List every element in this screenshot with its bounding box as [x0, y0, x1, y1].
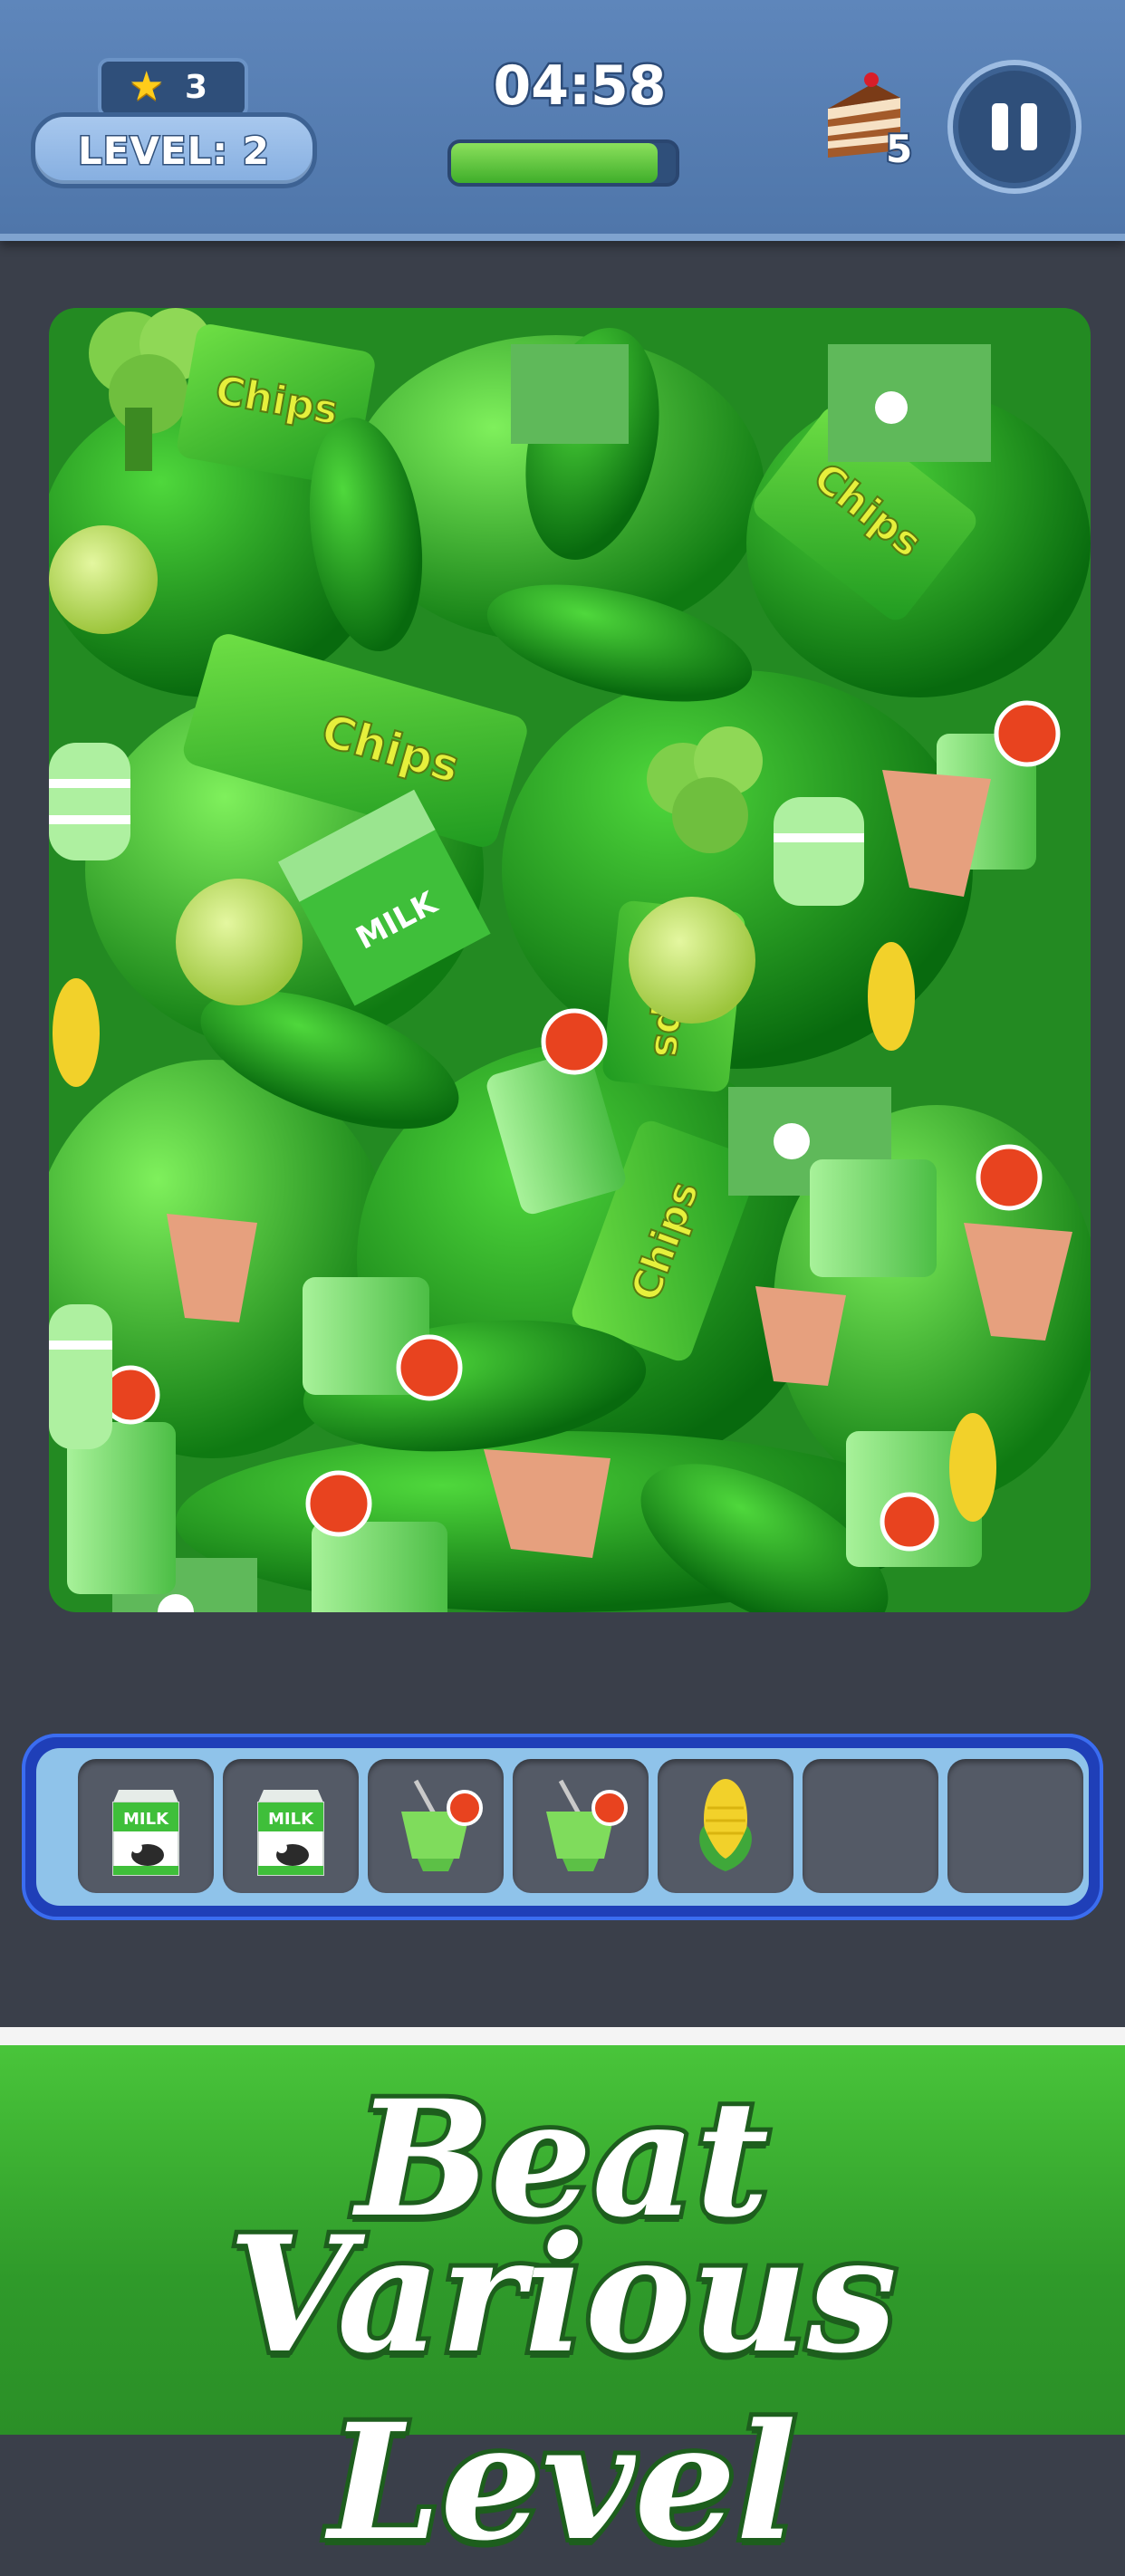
svg-text:MILK: MILK — [123, 1810, 169, 1829]
top-hud: ★ 3 LEVEL: 2 04:58 5 — [0, 0, 1125, 241]
tray-slot[interactable]: MILK — [223, 1759, 359, 1893]
green-smoothie-icon — [401, 1779, 483, 1871]
banner-title-line2: Various Level — [224, 2196, 901, 2576]
star-count: 3 — [185, 69, 208, 106]
pause-icon — [992, 103, 1008, 150]
svg-text:MILK: MILK — [268, 1810, 314, 1829]
item-pile[interactable]: Chips Chips Chips Chips Chips — [49, 308, 1091, 1612]
star-counter: ★ 3 — [98, 58, 248, 118]
time-progress-bar — [447, 139, 679, 187]
tray-slot[interactable] — [513, 1759, 649, 1893]
countdown-timer: 04:58 — [491, 53, 668, 120]
tray-slot-empty[interactable] — [947, 1759, 1083, 1893]
slot-tray: MILK MILK — [22, 1734, 1103, 1920]
play-board: Chips Chips Chips Chips Chips — [0, 241, 1125, 1690]
pause-button[interactable] — [947, 60, 1082, 194]
level-indicator: LEVEL: 2 — [31, 112, 317, 188]
tray-slot[interactable]: MILK — [78, 1759, 214, 1893]
milk-carton-icon: MILK — [112, 1790, 179, 1876]
milk-carton-icon: MILK — [257, 1790, 324, 1876]
tray-slot[interactable] — [368, 1759, 504, 1893]
tray-slot-empty[interactable] — [803, 1759, 938, 1893]
star-icon: ★ — [129, 63, 165, 110]
level-label: LEVEL: 2 — [76, 127, 271, 174]
green-smoothie-icon — [546, 1779, 628, 1871]
time-progress-fill — [451, 143, 659, 183]
tray-slot[interactable] — [658, 1759, 793, 1893]
cake-count: 5 — [884, 125, 914, 173]
corn-icon — [699, 1779, 752, 1871]
